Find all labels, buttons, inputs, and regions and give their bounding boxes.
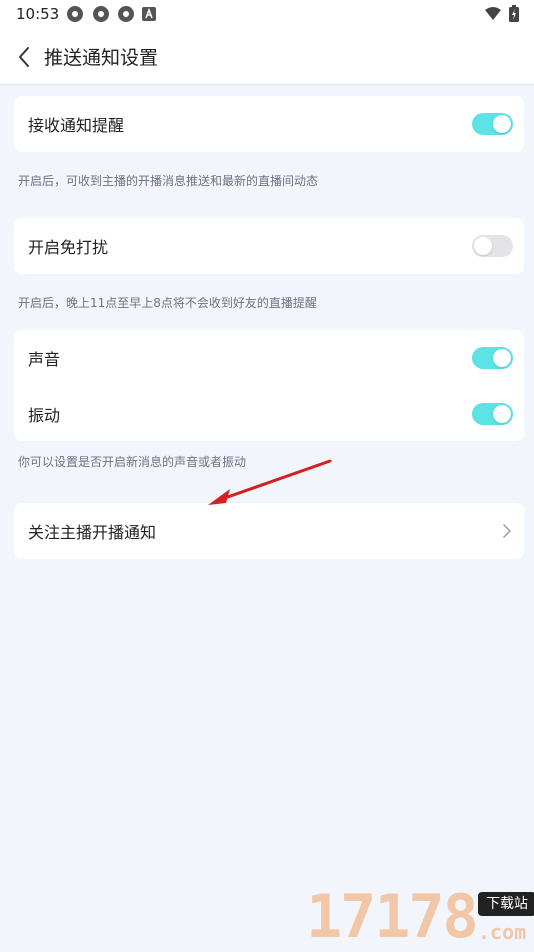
app-icon — [67, 6, 83, 22]
setting-label: 接收通知提醒 — [28, 116, 125, 135]
settings-card-sound-vibration: 声音 振动 — [14, 330, 524, 441]
watermark-logo: 17178 下载站 .com — [306, 884, 534, 950]
toggle-knob — [493, 405, 511, 423]
page-title: 推送通知设置 — [44, 47, 159, 69]
receive-notifications-toggle[interactable] — [472, 113, 513, 135]
notification-icon — [142, 7, 156, 21]
setting-row-vibration[interactable]: 振动 — [14, 386, 524, 442]
chevron-left-icon[interactable] — [12, 42, 36, 72]
setting-label: 开启免打扰 — [28, 238, 109, 257]
section-note: 开启后，晚上11点至早上8点将不会收到好友的直播提醒 — [18, 296, 317, 310]
settings-card-dnd: 开启免打扰 — [14, 218, 524, 274]
sound-toggle[interactable] — [472, 347, 513, 369]
section-note: 开启后，可收到主播的开播消息推送和最新的直播间动态 — [18, 174, 319, 188]
toggle-knob — [493, 115, 511, 133]
status-bar: 10:53 — [0, 0, 534, 30]
setting-label: 关注主播开播通知 — [28, 523, 157, 542]
chevron-right-icon — [503, 524, 511, 538]
app-header: 推送通知设置 — [0, 30, 534, 85]
status-time: 10:53 — [16, 5, 60, 23]
setting-row-sound[interactable]: 声音 — [14, 330, 524, 386]
toggle-knob — [493, 349, 511, 367]
toggle-knob — [474, 237, 492, 255]
settings-card-notifications: 接收通知提醒 — [14, 96, 524, 152]
watermark-digits: 17178 — [306, 882, 479, 952]
app-icon — [118, 6, 134, 22]
wifi-icon — [485, 7, 501, 20]
watermark-badge: 下载站 — [478, 892, 534, 916]
do-not-disturb-toggle[interactable] — [472, 235, 513, 257]
setting-label: 声音 — [28, 350, 61, 369]
setting-row-do-not-disturb[interactable]: 开启免打扰 — [14, 218, 524, 274]
app-icon — [93, 6, 109, 22]
setting-row-receive-notifications[interactable]: 接收通知提醒 — [14, 96, 524, 152]
vibration-toggle[interactable] — [472, 403, 513, 425]
setting-label: 振动 — [28, 406, 61, 425]
battery-icon — [509, 5, 519, 22]
annotation-arrow-icon — [208, 459, 332, 505]
watermark-domain: .com — [478, 920, 527, 944]
